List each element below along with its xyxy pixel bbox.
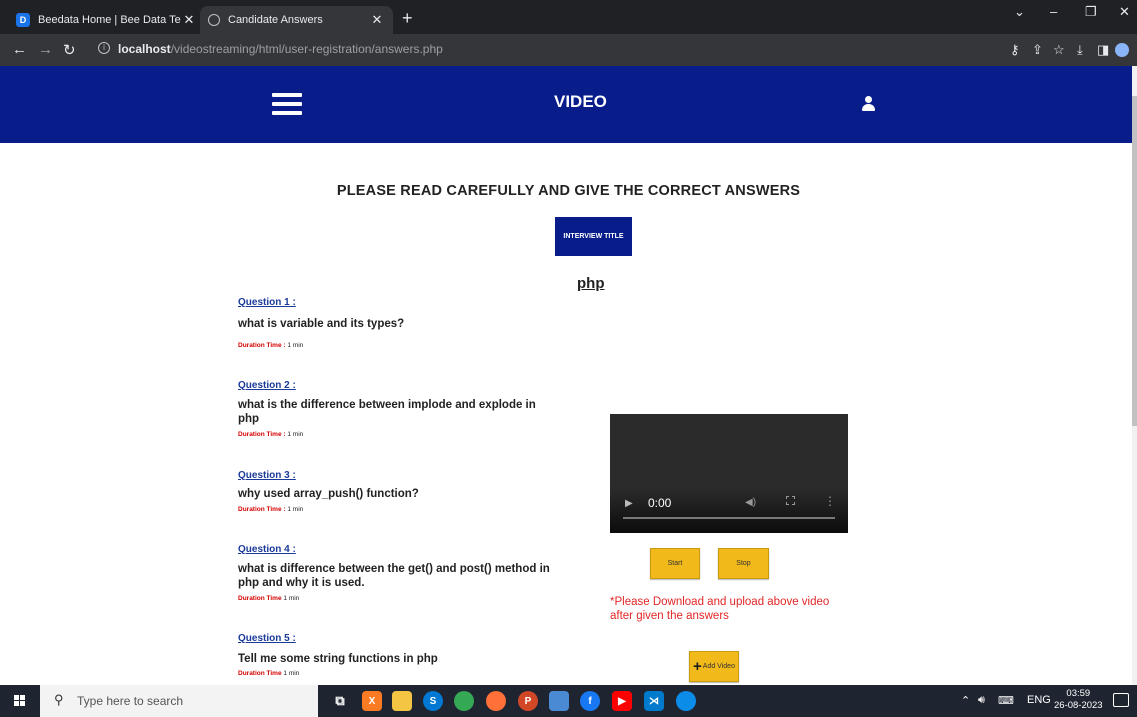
start-button[interactable]: Start — [650, 548, 700, 579]
skype-icon[interactable]: S — [423, 691, 443, 711]
close-icon[interactable]: ✕ — [369, 12, 385, 28]
info-icon[interactable]: i — [98, 42, 110, 54]
interview-name: php — [577, 275, 605, 292]
globe-icon — [208, 14, 220, 26]
page-heading: PLEASE READ CAREFULLY AND GIVE THE CORRE… — [336, 183, 801, 199]
address-bar: ← → ↻ i localhost/videostreaming/html/us… — [0, 34, 1137, 66]
question-text: why used array_push() function? — [238, 488, 419, 500]
back-icon[interactable]: ← — [12, 41, 27, 58]
interview-title-button[interactable]: INTERVIEW TITLE — [555, 217, 632, 256]
beedata-logo-icon: D — [16, 13, 30, 27]
minimize-icon[interactable]: – — [1050, 4, 1057, 19]
browser-tab-bar: D Beedata Home | Bee Data Techno ✕ Candi… — [0, 0, 1137, 34]
question-duration: Duration Time 1 min — [238, 670, 300, 677]
volume-icon[interactable]: ◀) — [745, 497, 756, 508]
tab-title: Candidate Answers — [228, 14, 323, 26]
search-placeholder: Type here to search — [77, 694, 184, 708]
star-icon[interactable]: ☆ — [1053, 42, 1065, 58]
plus-icon: + — [693, 657, 702, 675]
video-player[interactable]: ▶ 0:00 ◀) ⋮ — [610, 414, 848, 533]
video-time: 0:00 — [648, 496, 672, 510]
question-text: what is difference between the get() and… — [238, 563, 550, 589]
question-label: Question 1 : — [238, 297, 296, 308]
question-duration: Duration Time : 1 min — [238, 342, 304, 349]
new-tab-icon[interactable]: + — [402, 8, 413, 29]
fullscreen-icon[interactable] — [786, 496, 795, 505]
window-close-icon[interactable]: ✕ — [1119, 4, 1130, 20]
question-label: Question 3 : — [238, 470, 296, 481]
add-video-label: Add Video — [702, 663, 735, 670]
xampp-icon[interactable]: X — [362, 691, 382, 711]
file-explorer-icon[interactable] — [392, 691, 412, 711]
tab-search-icon[interactable]: ⌄ — [1014, 4, 1025, 20]
tab-candidate-answers[interactable]: Candidate Answers ✕ — [200, 6, 393, 34]
facebook-icon[interactable]: f — [580, 691, 600, 711]
chrome-icon[interactable] — [454, 691, 474, 711]
page-scrollbar[interactable] — [1132, 66, 1137, 685]
question-text: what is variable and its types? — [238, 318, 405, 330]
forward-icon[interactable]: → — [38, 41, 53, 58]
user-icon[interactable] — [862, 96, 875, 112]
reload-icon[interactable]: ↻ — [63, 41, 76, 59]
vscode-icon[interactable]: ⋊ — [644, 691, 664, 711]
tab-title: Beedata Home | Bee Data Techno — [38, 14, 181, 26]
tab-beedata[interactable]: D Beedata Home | Bee Data Techno ✕ — [8, 6, 205, 34]
omnibox[interactable]: i localhost/videostreaming/html/user-reg… — [92, 38, 1004, 62]
question-label: Question 5 : — [238, 633, 296, 644]
url-text[interactable]: localhost/videostreaming/html/user-regis… — [118, 42, 443, 56]
windows-start-icon[interactable] — [14, 695, 26, 707]
close-icon[interactable]: ✕ — [181, 12, 197, 28]
download-icon[interactable]: ⤓ — [1077, 42, 1083, 58]
profile-avatar[interactable] — [1115, 43, 1129, 57]
share-icon[interactable]: ⇪ — [1032, 42, 1043, 58]
task-view-icon[interactable]: ⧉ — [330, 691, 350, 711]
taskbar-clock[interactable]: 03:59 26-08-2023 — [1054, 688, 1103, 712]
key-icon[interactable]: ⚷ — [1010, 42, 1020, 58]
taskbar-search[interactable]: ⚲ Type here to search — [40, 685, 318, 717]
youtube-icon[interactable]: ▶ — [612, 691, 632, 711]
tray-expand-icon[interactable]: ⌃ — [961, 694, 970, 707]
restore-icon[interactable]: ❐ — [1085, 4, 1097, 20]
add-video-button[interactable]: + Add Video — [689, 651, 739, 682]
play-icon[interactable]: ▶ — [625, 498, 633, 509]
video-controls: ▶ 0:00 ◀) ⋮ — [610, 488, 848, 533]
question-text: what is the difference between implode a… — [238, 399, 536, 425]
question-duration: Duration Time : 1 min — [238, 506, 304, 513]
more-options-icon[interactable]: ⋮ — [824, 494, 836, 508]
edge-icon[interactable] — [676, 691, 696, 711]
site-title: VIDEO — [554, 92, 607, 111]
stop-button[interactable]: Stop — [718, 548, 769, 579]
notifications-icon[interactable] — [1113, 693, 1129, 707]
menu-icon[interactable] — [272, 93, 302, 117]
windows-taskbar: ⚲ Type here to search ⧉ X S P f ▶ ⋊ ⌃ 🔊︎… — [0, 685, 1137, 717]
upload-notice: *Please Download and upload above video … — [610, 596, 830, 622]
video-progress-bar[interactable] — [623, 517, 835, 519]
site-header: VIDEO — [0, 66, 1132, 143]
side-panel-icon[interactable]: ◨ — [1097, 42, 1109, 58]
notepad-icon[interactable] — [549, 691, 569, 711]
question-label: Question 4 : — [238, 544, 296, 555]
keyboard-icon[interactable]: ⌨ — [998, 694, 1014, 707]
language-indicator[interactable]: ENG — [1027, 694, 1051, 706]
speaker-icon[interactable]: 🔊︎ — [978, 694, 985, 707]
firefox-icon[interactable] — [486, 691, 506, 711]
search-icon: ⚲ — [54, 692, 64, 707]
question-duration: Duration Time 1 min — [238, 595, 300, 602]
question-duration: Duration Time : 1 min — [238, 431, 304, 438]
question-label: Question 2 : — [238, 380, 296, 391]
question-text: Tell me some string functions in php — [238, 653, 438, 665]
powerpoint-icon[interactable]: P — [518, 691, 538, 711]
